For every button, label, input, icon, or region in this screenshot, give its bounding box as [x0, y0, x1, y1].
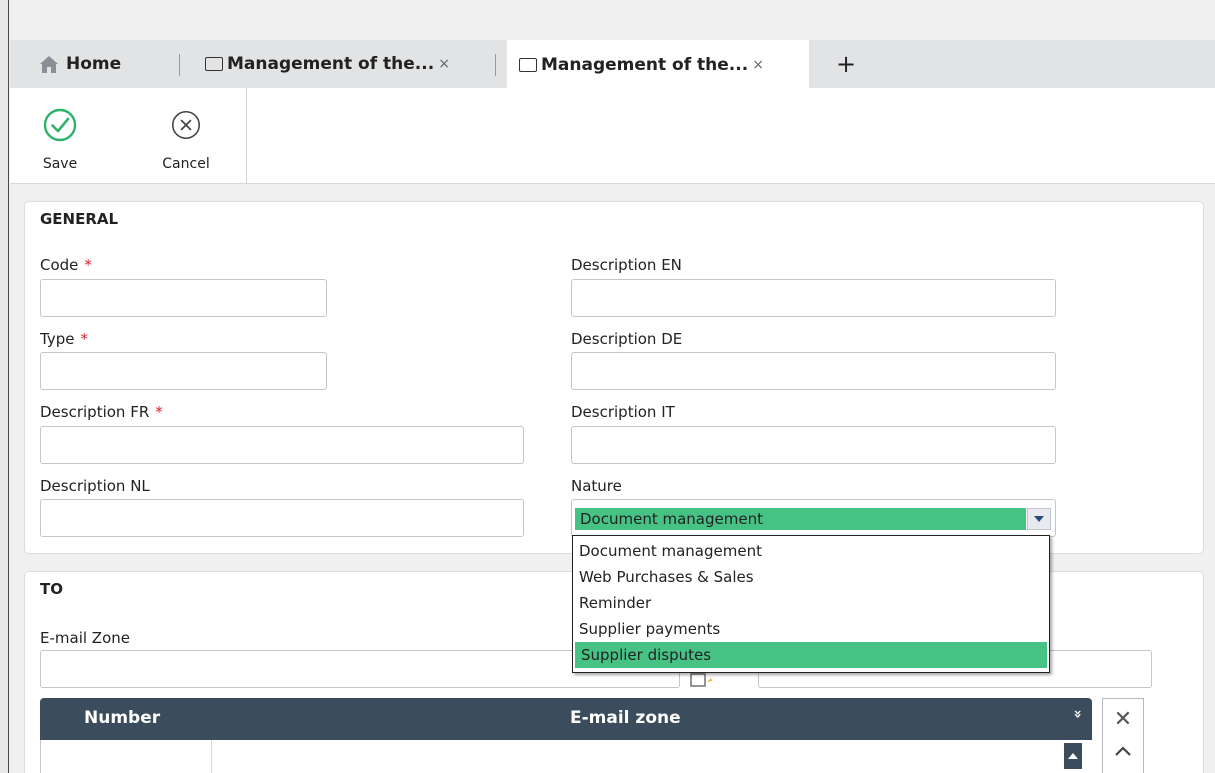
description-en-label: Description EN [571, 256, 682, 274]
tab-bar: Home Management of the... × Management o… [10, 40, 1215, 90]
nature-option[interactable]: Web Purchases & Sales [573, 564, 1049, 590]
check-circle-icon [43, 108, 77, 142]
save-button[interactable]: Save [30, 88, 90, 184]
toolbar: Save Cancel [10, 88, 1215, 184]
description-de-field[interactable] [571, 352, 1056, 390]
tab-label: Management of the... [227, 54, 435, 74]
description-fr-label-text: Description FR [40, 403, 150, 421]
code-field[interactable] [40, 279, 327, 317]
tab-label: Management of the... [541, 55, 749, 75]
required-mark: * [155, 403, 163, 421]
code-label-text: Code [40, 256, 79, 274]
nature-option[interactable]: Document management [573, 538, 1049, 564]
tab-management-1[interactable]: Management of the... × [193, 40, 505, 88]
description-fr-label: Description FR * [40, 403, 163, 421]
general-title: GENERAL [40, 210, 119, 228]
code-label: Code * [40, 256, 92, 274]
column-header-number[interactable]: Number [84, 708, 160, 728]
cancel-button[interactable]: Cancel [146, 88, 226, 184]
close-icon[interactable]: × [438, 56, 450, 72]
description-en-field[interactable] [571, 279, 1056, 317]
tab-separator [495, 54, 496, 76]
type-label-text: Type [40, 330, 75, 348]
description-nl-label: Description NL [40, 477, 150, 495]
required-mark: * [80, 330, 88, 348]
scroll-up-icon[interactable] [1064, 743, 1082, 769]
tab-home[interactable]: Home [10, 40, 182, 88]
nature-label: Nature [571, 477, 622, 495]
column-divider [211, 740, 212, 773]
window-top [0, 0, 1215, 40]
document-icon [205, 57, 223, 71]
close-icon[interactable]: ✕ [1103, 707, 1143, 732]
to-title: TO [40, 580, 63, 598]
tab-home-label: Home [66, 54, 122, 74]
picker-icon[interactable] [690, 670, 714, 690]
nature-option[interactable]: Supplier payments [573, 616, 1049, 642]
column-header-email-zone[interactable]: E-mail zone [570, 708, 681, 728]
description-it-field[interactable] [571, 426, 1056, 464]
type-field[interactable] [40, 352, 327, 390]
grid-side-tools: ✕ [1102, 698, 1144, 773]
home-icon [40, 56, 58, 73]
chevron-up-icon[interactable] [1103, 743, 1143, 761]
description-it-label: Description IT [571, 403, 675, 421]
tab-management-2[interactable]: Management of the... × [507, 40, 809, 90]
nature-option-highlighted[interactable]: Supplier disputes [575, 642, 1047, 668]
x-circle-icon [171, 110, 201, 140]
description-fr-field[interactable] [40, 426, 524, 464]
description-nl-field[interactable] [40, 499, 524, 537]
required-mark: * [84, 256, 92, 274]
nature-select[interactable]: Document management [571, 499, 1056, 537]
tab-separator [179, 54, 180, 76]
toolbar-divider [246, 88, 247, 184]
document-icon [519, 58, 537, 72]
save-label: Save [42, 156, 78, 172]
chevron-down-icon[interactable] [1027, 508, 1051, 530]
description-de-label: Description DE [571, 330, 683, 348]
close-icon[interactable]: × [752, 57, 764, 73]
plus-icon[interactable]: + [834, 40, 858, 88]
email-grid-body [40, 740, 1092, 773]
cancel-label: Cancel [162, 156, 210, 172]
email-zone-label: E-mail Zone [40, 629, 130, 647]
nature-dropdown-list: Document management Web Purchases & Sale… [572, 535, 1050, 673]
email-grid-header: Number E-mail zone » [40, 698, 1092, 740]
nature-selected-value: Document management [575, 508, 1026, 530]
left-edge [0, 0, 9, 773]
nature-option[interactable]: Reminder [573, 590, 1049, 616]
type-label: Type * [40, 330, 88, 348]
double-chevron-icon[interactable]: » [1069, 709, 1085, 718]
